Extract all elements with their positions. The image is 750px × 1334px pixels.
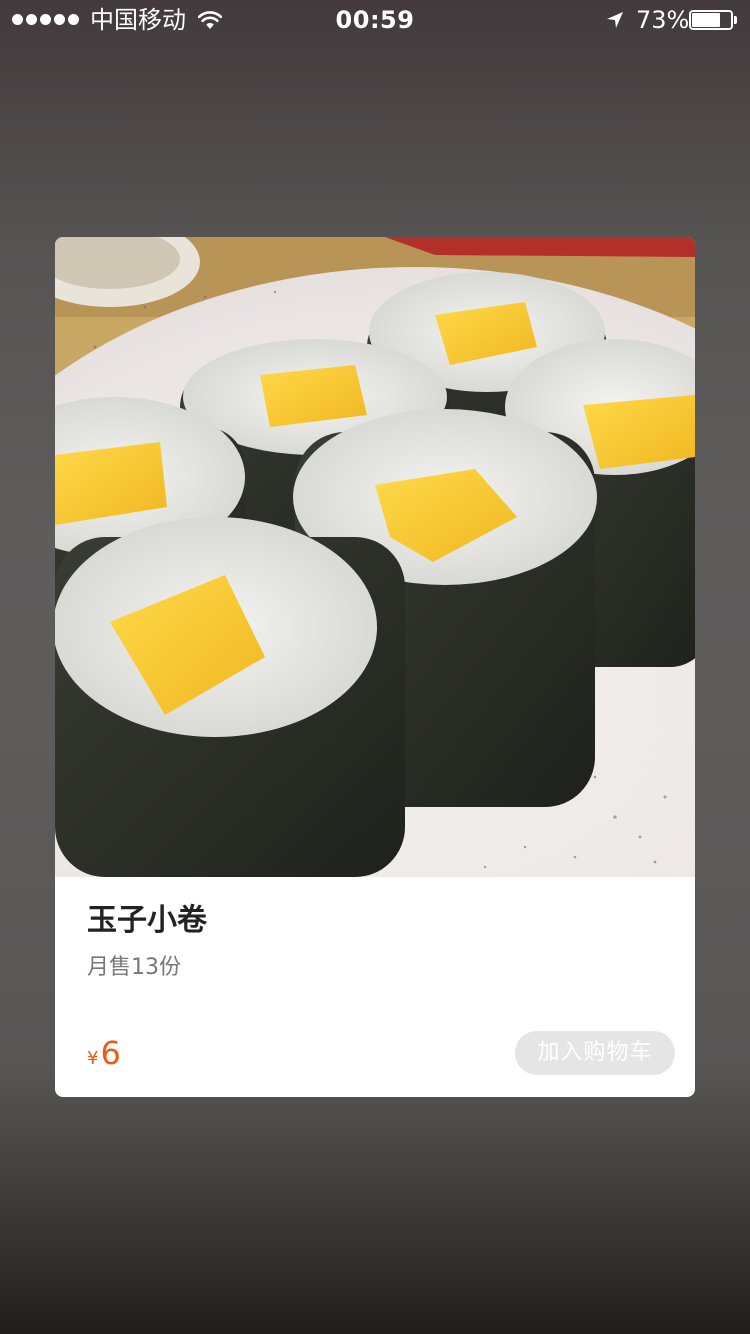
price: ¥ 6 <box>87 1033 121 1077</box>
food-image <box>55 237 695 877</box>
battery-icon <box>689 10 739 30</box>
currency-symbol: ¥ <box>87 1048 99 1069</box>
battery-level-fill <box>692 13 720 27</box>
add-to-cart-button[interactable]: 加入购物车 <box>515 1031 675 1075</box>
monthly-sales: 月售13份 <box>87 955 181 980</box>
screen: 中国移动 00:59 73% 玉子小卷 月售13份 ¥ 6 加入购物车 <box>0 0 750 1334</box>
location-arrow-icon <box>607 12 623 28</box>
battery-percent: 73% <box>636 6 690 34</box>
product-card: 玉子小卷 月售13份 ¥ 6 加入购物车 <box>55 237 695 1097</box>
status-bar: 中国移动 00:59 73% <box>0 0 750 40</box>
food-name: 玉子小卷 <box>87 903 207 938</box>
price-value: 6 <box>100 1034 121 1072</box>
